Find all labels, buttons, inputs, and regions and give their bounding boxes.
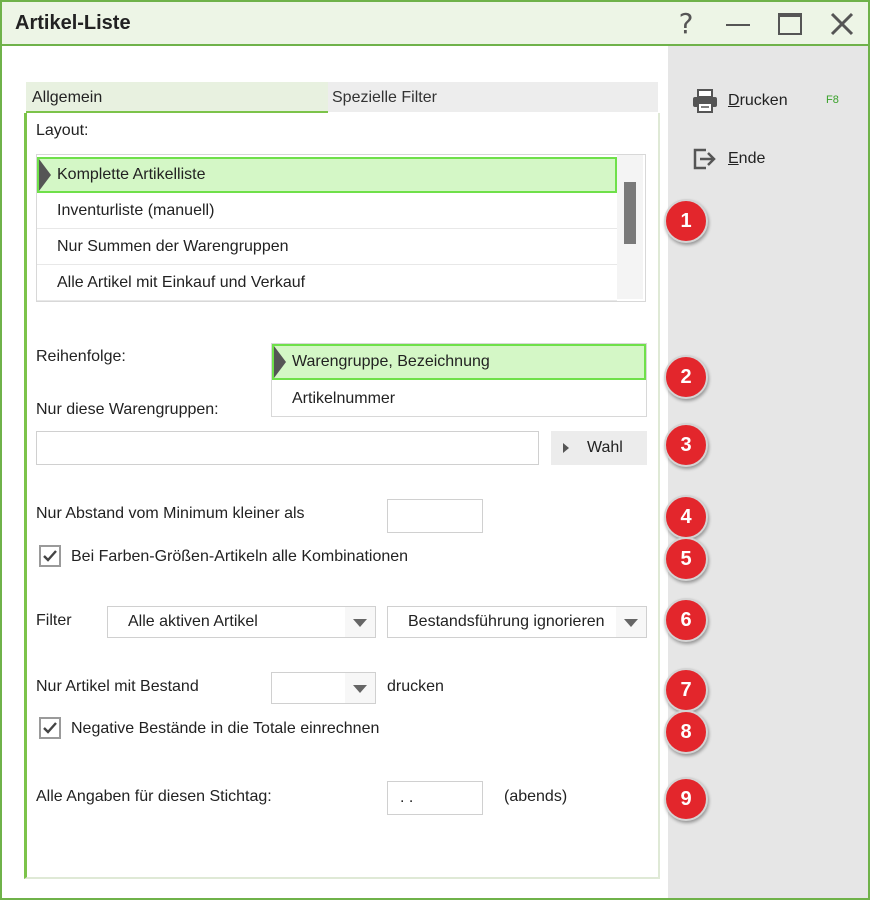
abstand-input[interactable] [387, 499, 483, 533]
callout-badge: 3 [664, 423, 708, 467]
artikel-liste-window: Artikel-Liste ? Drucken F8 Ende Allgemei… [0, 0, 870, 900]
negative-label: Negative Bestände in die Totale einrechn… [71, 720, 380, 737]
callout-badge: 7 [664, 668, 708, 712]
warengruppen-input[interactable] [36, 431, 539, 465]
stichtag-suffix: (abends) [504, 788, 568, 805]
selection-arrow-icon [274, 346, 286, 378]
title-bar: Artikel-Liste ? [2, 2, 868, 46]
callout-badge: 8 [664, 710, 708, 754]
filter-bestand-select[interactable]: Bestandsführung ignorieren [387, 606, 647, 638]
callout-badge: 4 [664, 495, 708, 539]
warengruppen-label: Nur diese Warengruppen: [36, 401, 219, 418]
farben-label: Bei Farben-Größen-Artikeln alle Kombinat… [71, 548, 409, 565]
bestand-label: Nur Artikel mit Bestand [36, 678, 199, 695]
ende-label: Ende [728, 150, 766, 167]
filter-bestand-value: Bestandsführung ignorieren [408, 613, 605, 630]
layout-item-nur-summen[interactable]: Nur Summen der Warengruppen [37, 229, 617, 265]
drucken-button[interactable]: Drucken [692, 84, 788, 118]
tab-spezielle-filter[interactable]: Spezielle Filter [328, 82, 658, 112]
negative-checkbox[interactable] [39, 717, 61, 739]
close-icon [830, 12, 854, 36]
callout-badge: 2 [664, 355, 708, 399]
maximize-icon [778, 13, 802, 35]
scrollbar-thumb[interactable] [624, 182, 636, 244]
window-title: Artikel-Liste [15, 12, 131, 34]
checkmark-icon [43, 722, 57, 734]
layout-label: Layout: [36, 122, 89, 139]
chevron-down-icon [616, 607, 646, 637]
reihenfolge-list[interactable]: Warengruppe, Bezeichnung Artikelnummer [271, 343, 647, 417]
printer-icon [693, 89, 717, 113]
filter-aktive-select[interactable]: Alle aktiven Artikel [107, 606, 376, 638]
minimize-button[interactable] [722, 8, 754, 40]
callout-badge: 1 [664, 199, 708, 243]
bestand-suffix: drucken [387, 678, 444, 695]
callout-badge: 5 [664, 537, 708, 581]
wahl-button-label: Wahl [587, 439, 623, 456]
reihenfolge-item-warengruppe[interactable]: Warengruppe, Bezeichnung [272, 344, 646, 380]
drucken-shortcut: F8 [826, 94, 839, 106]
layout-item-label: Komplette Artikelliste [57, 166, 206, 183]
layout-item-komplette-artikelliste[interactable]: Komplette Artikelliste [37, 157, 617, 193]
chevron-down-icon [345, 673, 375, 703]
abstand-label: Nur Abstand vom Minimum kleiner als [36, 505, 305, 522]
callout-badge: 9 [664, 777, 708, 821]
filter-label: Filter [36, 612, 72, 629]
layout-list-scrollbar[interactable] [617, 155, 643, 299]
reihenfolge-label: Reihenfolge: [36, 348, 126, 365]
chevron-down-icon [345, 607, 375, 637]
layout-item-inventurliste[interactable]: Inventurliste (manuell) [37, 193, 617, 229]
callout-badge: 6 [664, 598, 708, 642]
play-icon [563, 443, 569, 453]
bestand-select[interactable] [271, 672, 376, 704]
checkmark-icon [43, 550, 57, 562]
action-pane: Drucken F8 Ende [668, 46, 868, 898]
help-button[interactable]: ? [670, 8, 702, 40]
close-button[interactable] [826, 8, 858, 40]
maximize-button[interactable] [774, 8, 806, 40]
drucken-label: Drucken [728, 92, 788, 109]
ende-button[interactable]: Ende [692, 142, 765, 176]
wahl-button[interactable]: Wahl [551, 431, 647, 465]
filter-aktive-value: Alle aktiven Artikel [128, 613, 258, 630]
reihenfolge-item-label: Warengruppe, Bezeichnung [292, 353, 490, 370]
farben-checkbox[interactable] [39, 545, 61, 567]
tab-allgemein[interactable]: Allgemein [26, 82, 328, 114]
layout-item-alle-artikel[interactable]: Alle Artikel mit Einkauf und Verkauf [37, 265, 617, 301]
reihenfolge-item-artikelnummer[interactable]: Artikelnummer [272, 381, 646, 417]
selection-arrow-icon [39, 159, 51, 191]
stichtag-input[interactable]: . . [387, 781, 483, 815]
exit-icon [693, 148, 716, 170]
minimize-icon [726, 24, 750, 26]
layout-list[interactable]: Komplette Artikelliste Inventurliste (ma… [36, 154, 646, 302]
stichtag-label: Alle Angaben für diesen Stichtag: [36, 788, 272, 805]
